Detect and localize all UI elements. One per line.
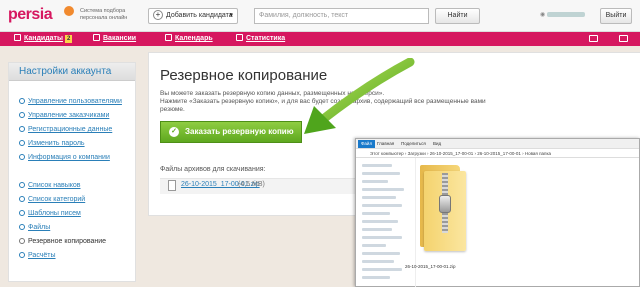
- archive-file-size: (4,5 MB): [238, 181, 265, 188]
- tree-item[interactable]: [362, 164, 392, 167]
- sidebar-item-label: Регистрационные данные: [28, 126, 113, 133]
- exit-button[interactable]: Выйти: [600, 8, 632, 24]
- sidebar-item-label: Список навыков: [28, 182, 81, 189]
- sidebar-item-label: Информация о компании: [28, 154, 110, 161]
- sidebar-item-backup[interactable]: Резервное копирование: [19, 237, 106, 247]
- top-bar: persia Система подбора персонала онлайн …: [0, 0, 640, 32]
- bullet-icon: [19, 154, 25, 160]
- find-button[interactable]: Найти: [435, 8, 480, 24]
- calendar-icon: [165, 34, 172, 41]
- explorer-address-bar[interactable]: Этот компьютер › Загрузки › 26-10-2015_1…: [356, 149, 639, 158]
- sidebar-item-label: Изменить пароль: [28, 140, 85, 147]
- tree-item[interactable]: [362, 196, 396, 199]
- statistics-icon: [236, 34, 243, 41]
- candidates-icon: [14, 34, 21, 41]
- sidebar-item-registration[interactable]: Регистрационные данные: [19, 125, 112, 135]
- nav-calendar[interactable]: Календарь: [165, 32, 213, 46]
- sidebar-item-customers[interactable]: Управление заказчиками: [19, 111, 109, 121]
- chevron-down-icon: ▾: [229, 12, 233, 19]
- bullet-icon: [19, 126, 25, 132]
- file-explorer-window: Файл Главная Поделиться Вид Этот компьют…: [355, 138, 640, 287]
- bullet-icon: [19, 196, 25, 202]
- tree-item[interactable]: [362, 252, 400, 255]
- tree-item[interactable]: [362, 268, 402, 271]
- vacancies-icon: [93, 34, 100, 41]
- order-backup-button[interactable]: ✓ Заказать резервную копию: [160, 121, 302, 143]
- user-menu[interactable]: ◉: [540, 11, 585, 18]
- files-label: Файлы архивов для скачивания:: [160, 166, 266, 173]
- tree-item[interactable]: [362, 180, 388, 183]
- sidebar-item-company[interactable]: Информация о компании: [19, 153, 110, 163]
- sidebar-item-billing[interactable]: Расчёты: [19, 251, 56, 261]
- tree-item[interactable]: [362, 188, 404, 191]
- account-settings-sidebar: Настройки аккаунта Управление пользовате…: [8, 62, 136, 282]
- nav-candidates-label: Кандидаты: [24, 35, 63, 42]
- settings-icon[interactable]: [619, 35, 628, 42]
- user-name-redacted: [546, 11, 585, 17]
- tree-item[interactable]: [362, 220, 398, 223]
- bullet-icon: [19, 238, 25, 244]
- nav-vacancies[interactable]: Вакансии: [93, 32, 136, 46]
- sidebar-item-categories[interactable]: Список категорий: [19, 195, 85, 205]
- sidebar-item-templates[interactable]: Шаблоны писем: [19, 209, 81, 219]
- candidates-count-badge: 2: [64, 35, 73, 43]
- bullet-icon: [19, 98, 25, 104]
- tree-item[interactable]: [362, 204, 402, 207]
- zip-folder-name: 26-10-2015_17-00-01.zip: [405, 264, 456, 269]
- search-input[interactable]: Фамилия, должность, текст: [254, 8, 429, 24]
- sidebar-item-password[interactable]: Изменить пароль: [19, 139, 85, 149]
- tree-item[interactable]: [362, 260, 394, 263]
- sidebar-item-label: Шаблоны писем: [28, 210, 81, 217]
- bullet-icon: [19, 182, 25, 188]
- bullet-icon: [19, 224, 25, 230]
- explorer-tab-view[interactable]: Вид: [430, 140, 444, 148]
- logo-mark-icon: [64, 6, 74, 16]
- bullet-icon: [19, 140, 25, 146]
- user-icon: ◉: [540, 12, 546, 18]
- sidebar-item-label: Управление пользователями: [28, 98, 122, 105]
- bullet-icon: [19, 112, 25, 118]
- zip-file-icon: [168, 180, 176, 191]
- tree-item[interactable]: [362, 228, 392, 231]
- zip-folder-icon[interactable]: [420, 165, 466, 251]
- persia-logo[interactable]: persia: [8, 6, 53, 24]
- mail-icon[interactable]: [589, 35, 598, 42]
- nav-statistics[interactable]: Статистика: [236, 32, 285, 46]
- sidebar-item-label: Управление заказчиками: [28, 112, 110, 119]
- sidebar-item-files[interactable]: Файлы: [19, 223, 50, 233]
- add-candidate-label: Добавить кандидата: [166, 12, 233, 19]
- tree-item[interactable]: [362, 172, 400, 175]
- green-arrow-annotation: [304, 58, 415, 134]
- sidebar-title: Настройки аккаунта: [9, 63, 135, 81]
- sidebar-item-users[interactable]: Управление пользователями: [19, 97, 122, 107]
- sidebar-item-label: Список категорий: [28, 196, 86, 203]
- add-candidate-dropdown[interactable]: + Добавить кандидата ▾: [148, 8, 238, 24]
- tagline: Система подбора персонала онлайн: [80, 8, 128, 21]
- sidebar-item-skills[interactable]: Список навыков: [19, 181, 81, 191]
- tree-item[interactable]: [362, 236, 402, 239]
- nav-candidates[interactable]: Кандидаты 2: [14, 32, 73, 46]
- sidebar-item-label: Файлы: [28, 224, 51, 231]
- plus-icon: +: [153, 10, 163, 21]
- order-backup-label: Заказать резервную копию: [185, 127, 294, 136]
- bullet-icon: [19, 210, 25, 216]
- tree-item[interactable]: [362, 244, 386, 247]
- main-nav: Кандидаты 2 Вакансии Календарь Статистика: [0, 32, 640, 46]
- nav-calendar-label: Календарь: [175, 35, 213, 42]
- nav-statistics-label: Статистика: [246, 35, 286, 42]
- tree-item[interactable]: [362, 276, 390, 279]
- nav-vacancies-label: Вакансии: [103, 35, 137, 42]
- check-circle-icon: ✓: [169, 127, 179, 137]
- tree-item[interactable]: [362, 212, 390, 215]
- sidebar-item-label: Расчёты: [28, 252, 56, 259]
- bullet-icon: [19, 252, 25, 258]
- sidebar-item-label: Резервное копирование: [28, 238, 107, 245]
